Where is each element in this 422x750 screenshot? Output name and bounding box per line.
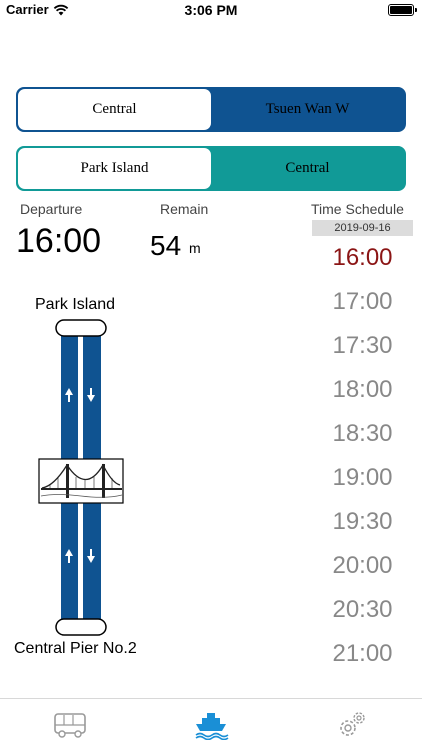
destination-stop-label: Central Pier No.2 <box>14 640 137 657</box>
tab-bus[interactable] <box>0 699 141 750</box>
schedule-time[interactable]: 17:30 <box>312 326 413 370</box>
schedule-date: 2019-09-16 <box>312 220 413 236</box>
schedule-label: Time Schedule <box>311 201 404 217</box>
origin-stop-label: Park Island <box>35 296 116 313</box>
schedule-time[interactable]: 17:00 <box>312 282 413 326</box>
schedule-time[interactable]: 18:00 <box>312 370 413 414</box>
direction-option-central[interactable]: Central <box>211 148 404 189</box>
tab-settings[interactable] <box>281 699 422 750</box>
settings-icon <box>339 711 365 736</box>
tab-ferry[interactable] <box>141 699 282 750</box>
destination-terminal <box>55 618 107 636</box>
schedule-time[interactable]: 19:30 <box>312 502 413 546</box>
direction-option-park-island[interactable]: Park Island <box>18 148 211 189</box>
remain-value: 54 <box>150 230 182 261</box>
direction-selector: Park Island Central <box>16 146 406 191</box>
remain-unit: m <box>189 240 201 256</box>
origin-terminal <box>55 319 107 337</box>
bus-icon <box>54 712 87 738</box>
bridge-icon <box>38 458 124 504</box>
departure-label: Departure <box>20 201 83 217</box>
schedule-list: 16:00 17:00 17:30 18:00 18:30 19:00 19:3… <box>312 238 413 678</box>
status-bar: Carrier 3:06 PM <box>0 0 422 22</box>
schedule-time-current[interactable]: 16:00 <box>312 238 413 282</box>
schedule-time[interactable]: 21:00 <box>312 634 413 678</box>
schedule-time[interactable]: 20:00 <box>312 546 413 590</box>
tab-bar <box>0 698 422 750</box>
schedule-time[interactable]: 20:30 <box>312 590 413 634</box>
battery-icon <box>388 4 417 16</box>
ferry-icon <box>195 712 229 740</box>
route-selector: Central Tsuen Wan W <box>16 87 406 132</box>
departure-time: 16:00 <box>16 222 102 260</box>
schedule-time[interactable]: 18:30 <box>312 414 413 458</box>
route-option-tsuen-wan-w[interactable]: Tsuen Wan W <box>211 89 404 130</box>
route-diagram <box>38 319 124 636</box>
status-time: 3:06 PM <box>184 2 238 18</box>
route-option-central[interactable]: Central <box>18 89 211 130</box>
schedule-time[interactable]: 19:00 <box>312 458 413 502</box>
remain-label: Remain <box>160 201 209 217</box>
